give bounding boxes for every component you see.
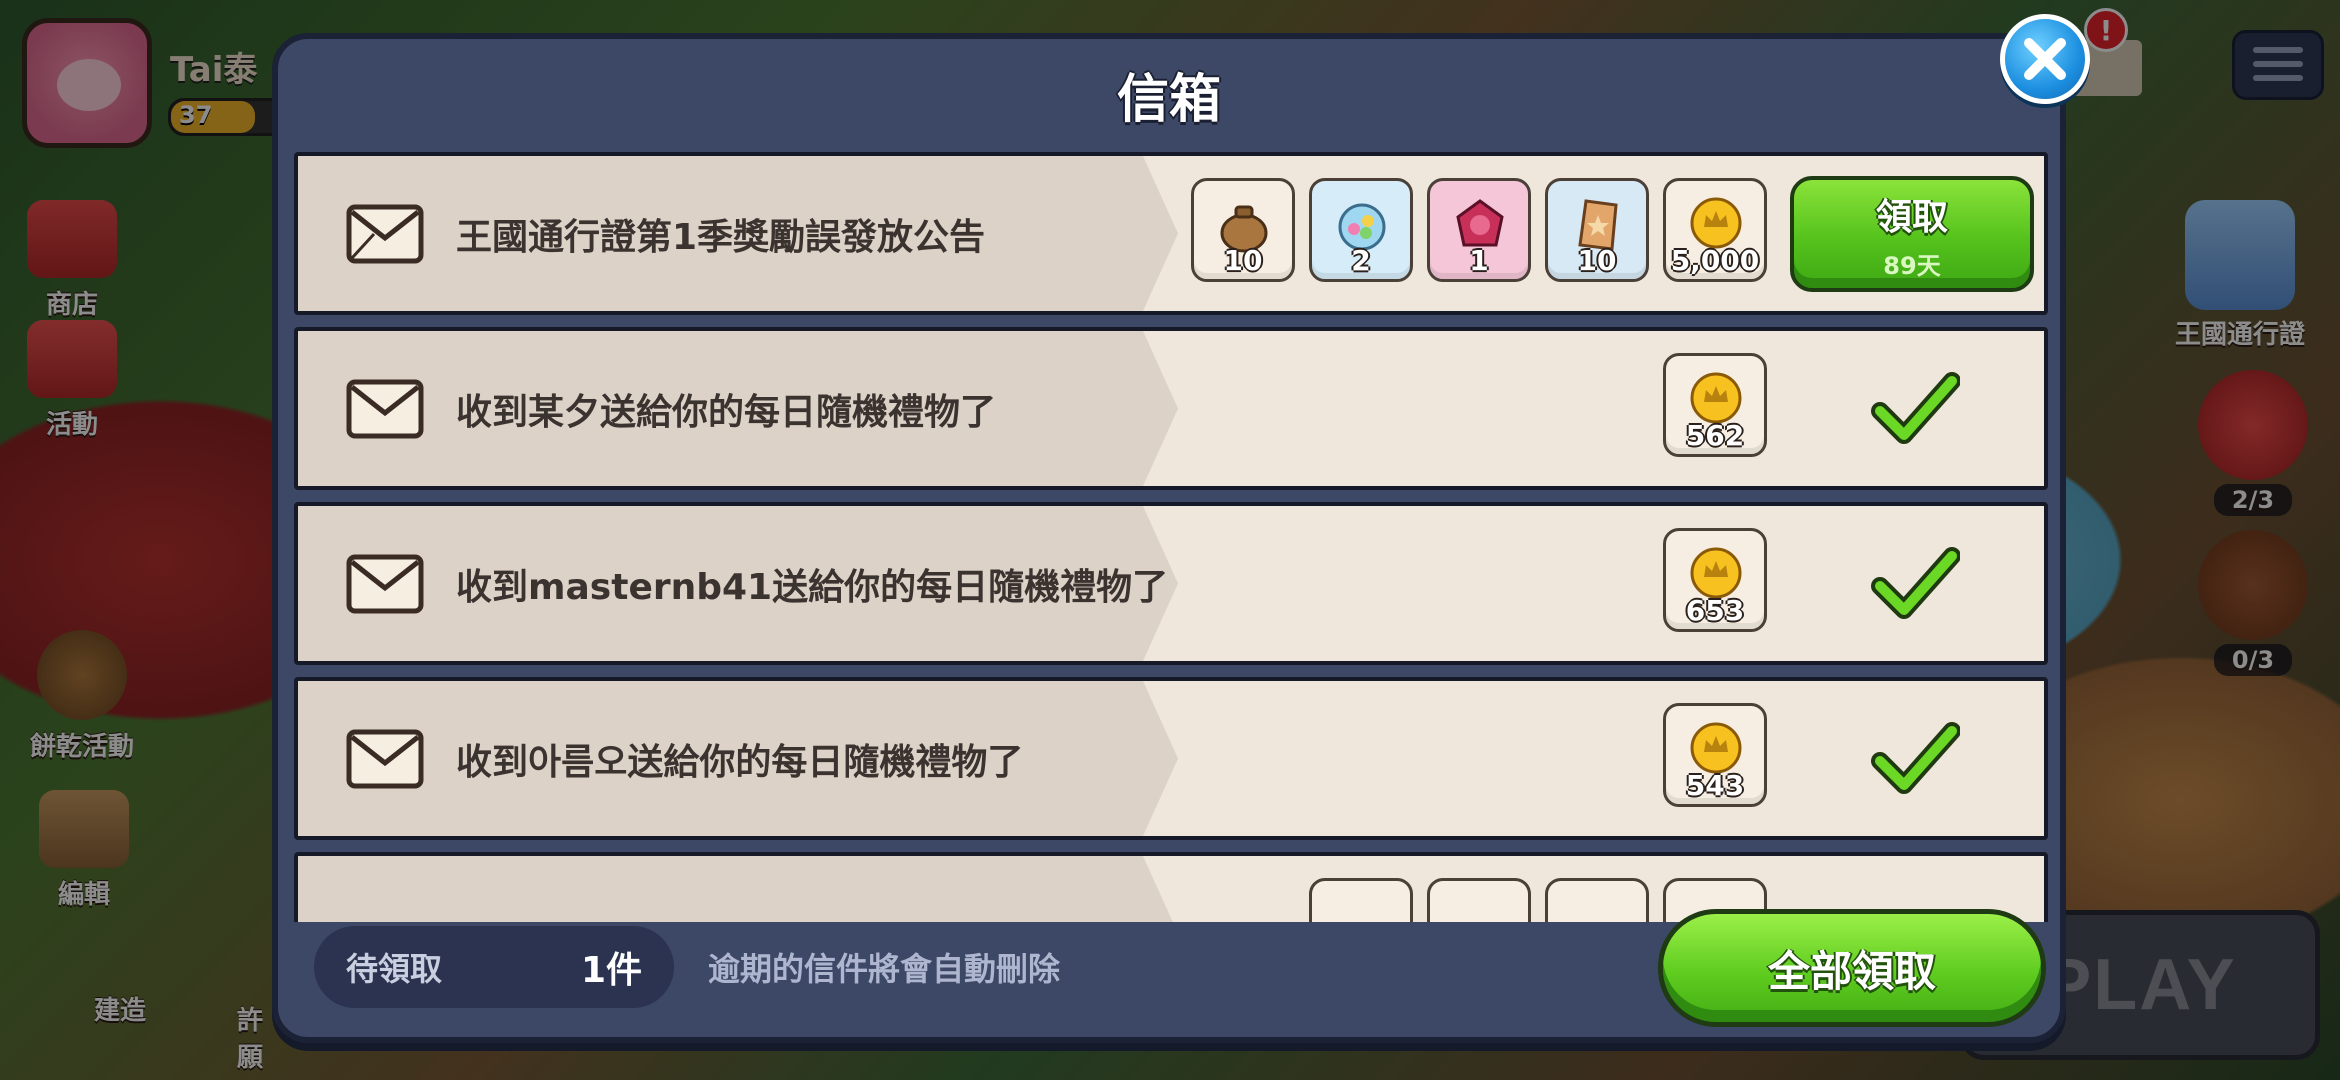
claimed-checkmark-icon xyxy=(1871,547,1960,619)
claim-days-remaining: 89天 xyxy=(1883,252,1941,280)
reward-item[interactable]: 10 xyxy=(1191,178,1295,282)
reward-item[interactable] xyxy=(1309,878,1413,922)
mail-subject: 收到아름오送給你的每日隨機禮物了 xyxy=(456,741,1024,783)
claim-button[interactable]: 領取 89天 xyxy=(1790,176,2034,292)
claim-button-label: 領取 xyxy=(1875,197,1948,238)
mail-list[interactable]: 王國通行證第1季獎勵誤發放公告 10 2 1 10 5,000 領取 89天 收… xyxy=(294,152,2048,922)
envelope-icon xyxy=(346,729,424,789)
close-icon xyxy=(2024,38,2066,80)
reward-item[interactable]: 562 xyxy=(1663,353,1767,457)
reward-quantity: 2 xyxy=(1351,244,1371,277)
reward-item[interactable]: 5,000 xyxy=(1663,178,1767,282)
reward-item[interactable]: 653 xyxy=(1663,528,1767,632)
mail-row[interactable]: 王國通行證第1季獎勵誤發放公告 10 2 1 10 5,000 領取 89天 xyxy=(294,152,2048,315)
reward-quantity: 10 xyxy=(1577,244,1617,277)
claim-all-button[interactable]: 全部領取 xyxy=(1658,909,2046,1027)
reward-item[interactable]: 1 xyxy=(1427,178,1531,282)
mail-row[interactable]: 收到아름오送給你的每日隨機禮物了 543 xyxy=(294,677,2048,840)
mail-row[interactable]: 收到masternb41送給你的每日隨機禮物了 653 xyxy=(294,502,2048,665)
claimed-checkmark-icon xyxy=(1871,372,1960,444)
pending-label: 待領取 xyxy=(346,950,443,988)
reward-quantity: 1 xyxy=(1469,244,1489,277)
reward-quantity: 653 xyxy=(1685,594,1745,627)
reward-item[interactable]: 543 xyxy=(1663,703,1767,807)
reward-quantity: 5,000 xyxy=(1670,244,1760,277)
pending-count: 1件 xyxy=(580,950,642,991)
pending-counter: 待領取 1件 xyxy=(314,926,674,1008)
envelope-icon xyxy=(346,379,424,439)
dialog-title: 信箱 xyxy=(1116,70,1221,130)
envelope-icon xyxy=(346,204,424,264)
reward-item[interactable] xyxy=(1545,878,1649,922)
reward-item[interactable]: 2 xyxy=(1309,178,1413,282)
reward-quantity: 10 xyxy=(1223,244,1263,277)
close-button[interactable] xyxy=(2000,14,2090,104)
reward-quantity: 562 xyxy=(1685,419,1745,452)
reward-item[interactable] xyxy=(1427,878,1531,922)
mail-subject: 收到masternb41送給你的每日隨機禮物了 xyxy=(456,566,1169,608)
envelope-icon xyxy=(346,554,424,614)
mail-row[interactable]: 收到某夕送給你的每日隨機禮物了 562 xyxy=(294,327,2048,490)
mail-subject: 王國通行證第1季獎勵誤發放公告 xyxy=(456,216,986,258)
claimed-checkmark-icon xyxy=(1871,722,1960,794)
reward-item[interactable]: 10 xyxy=(1545,178,1649,282)
mail-subject: 收到某夕送給你的每日隨機禮物了 xyxy=(456,391,997,433)
mail-row-label-area xyxy=(298,856,1178,922)
reward-quantity: 543 xyxy=(1685,769,1745,802)
mailbox-dialog: 信箱 王國通行證第1季獎勵誤發放公告 10 2 1 10 5,000 領取 89… xyxy=(272,33,2066,1043)
expire-note: 逾期的信件將會自動刪除 xyxy=(708,950,1061,988)
